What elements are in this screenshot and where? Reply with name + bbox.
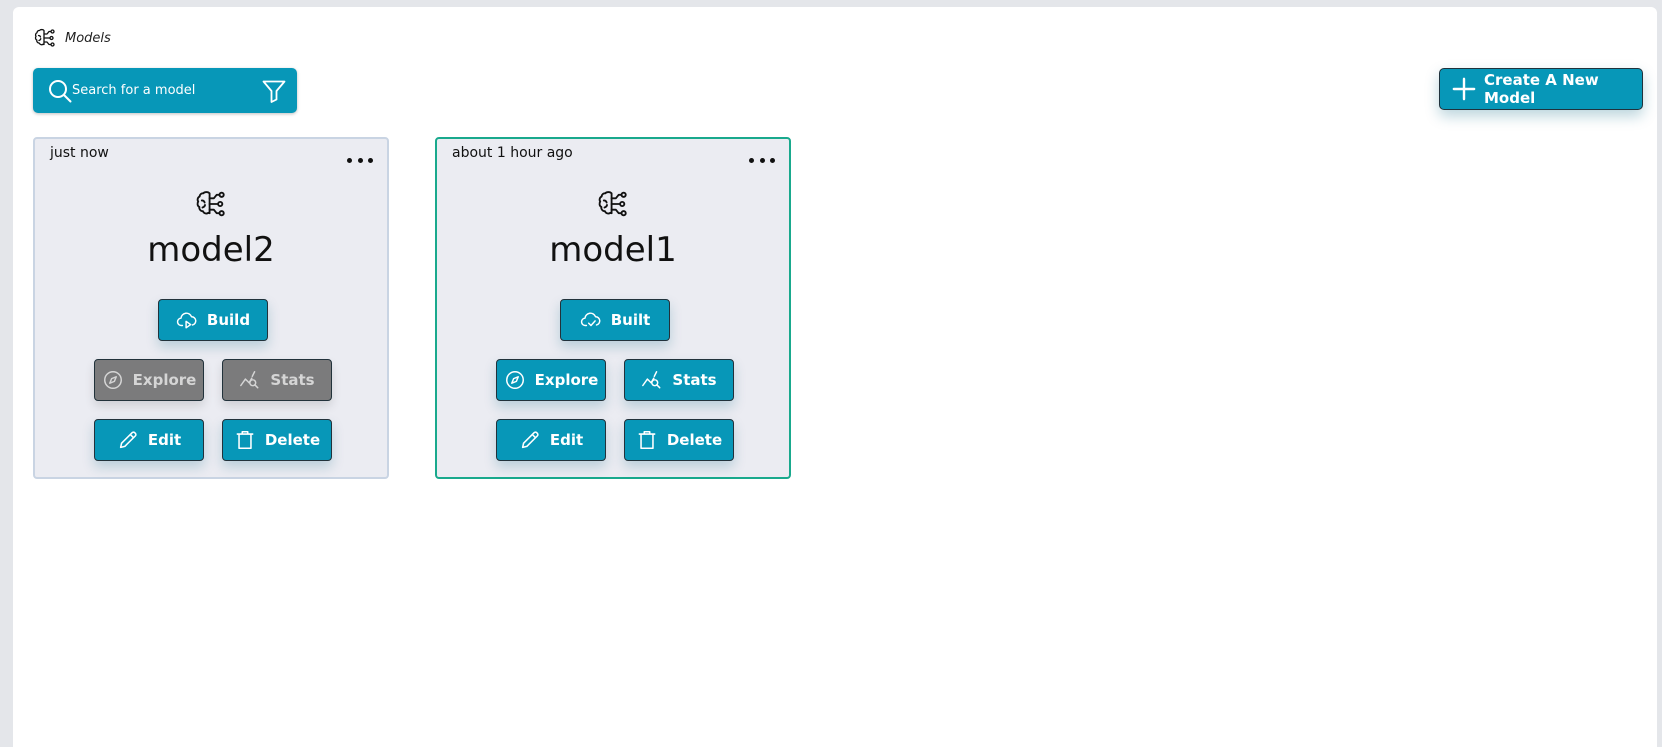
- edit-label: Edit: [549, 431, 584, 449]
- explore-button[interactable]: Explore: [496, 359, 606, 401]
- delete-label: Delete: [666, 431, 723, 449]
- search-icon: [49, 79, 72, 102]
- pencil-icon: [119, 431, 137, 449]
- explore-label: Explore: [534, 371, 599, 389]
- stats-button: Stats: [222, 359, 332, 401]
- filter-icon[interactable]: [261, 78, 287, 104]
- breadcrumb-label: Models: [65, 30, 111, 46]
- build-button[interactable]: Build: [158, 299, 268, 341]
- cloud-upload-icon: [176, 312, 197, 329]
- build-label: Build: [206, 311, 251, 329]
- model-timestamp: just now: [50, 145, 109, 161]
- model-timestamp: about 1 hour ago: [452, 145, 573, 161]
- brain-circuit-icon: [34, 28, 55, 47]
- compass-icon: [505, 371, 524, 389]
- search-bar: [33, 68, 297, 113]
- built-button[interactable]: Built: [560, 299, 670, 341]
- model-card[interactable]: about 1 hour ago model1 Built Explore St…: [435, 137, 791, 479]
- edit-button[interactable]: Edit: [496, 419, 606, 461]
- plus-icon: [1452, 77, 1476, 101]
- create-model-label: Create A New Model: [1484, 71, 1599, 107]
- more-options-icon[interactable]: [347, 153, 373, 167]
- delete-button[interactable]: Delete: [222, 419, 332, 461]
- delete-label: Delete: [264, 431, 321, 449]
- brain-circuit-icon: [598, 191, 627, 217]
- stats-search-icon: [642, 371, 661, 389]
- trash-icon: [236, 430, 254, 450]
- model-name: model1: [549, 230, 677, 270]
- explore-button: Explore: [94, 359, 204, 401]
- explore-label: Explore: [132, 371, 197, 389]
- more-options-icon[interactable]: [749, 153, 775, 167]
- built-label: Built: [610, 311, 651, 329]
- delete-button[interactable]: Delete: [624, 419, 734, 461]
- stats-label: Stats: [270, 371, 315, 389]
- search-input[interactable]: [72, 83, 248, 98]
- brain-circuit-icon: [196, 191, 225, 217]
- create-model-button[interactable]: Create A New Model: [1439, 68, 1643, 110]
- model-card[interactable]: just now model2 Build Explore Stats Edit…: [33, 137, 389, 479]
- models-panel: Models Create A New Model just now model…: [13, 7, 1657, 747]
- edit-label: Edit: [147, 431, 182, 449]
- trash-icon: [638, 430, 656, 450]
- stats-button[interactable]: Stats: [624, 359, 734, 401]
- cloud-check-icon: [580, 312, 601, 327]
- stats-label: Stats: [672, 371, 717, 389]
- compass-icon: [103, 371, 122, 389]
- pencil-icon: [521, 431, 539, 449]
- model-name: model2: [147, 230, 275, 270]
- breadcrumb[interactable]: Models: [33, 26, 111, 50]
- edit-button[interactable]: Edit: [94, 419, 204, 461]
- stats-search-icon: [240, 371, 259, 389]
